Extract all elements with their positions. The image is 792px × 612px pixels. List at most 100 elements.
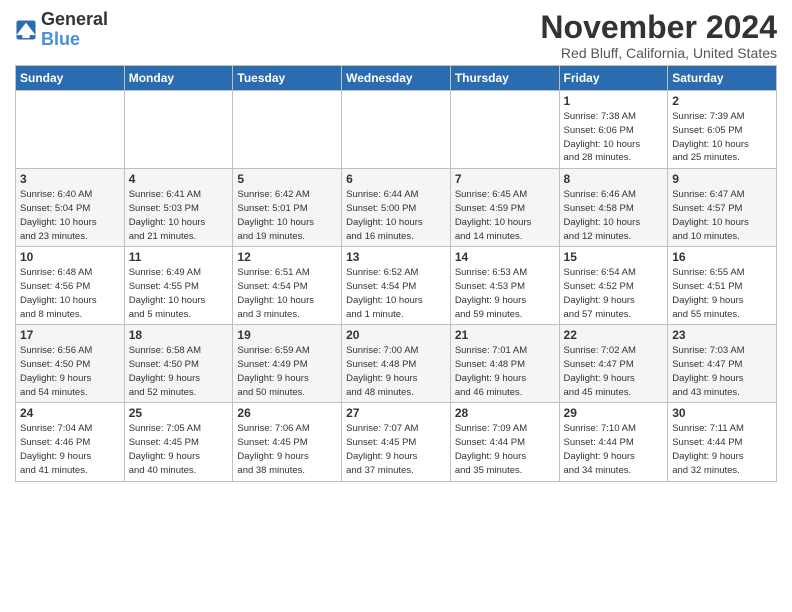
day-number: 27 bbox=[346, 406, 446, 420]
day-number: 2 bbox=[672, 94, 772, 108]
day-info: Sunrise: 7:11 AMSunset: 4:44 PMDaylight:… bbox=[672, 422, 772, 477]
calendar-cell: 3 Sunrise: 6:40 AMSunset: 5:04 PMDaylight… bbox=[16, 169, 125, 247]
day-info: Sunrise: 7:05 AMSunset: 4:45 PMDaylight:… bbox=[129, 422, 229, 477]
logo-blue: Blue bbox=[41, 29, 80, 49]
day-number: 3 bbox=[20, 172, 120, 186]
day-info: Sunrise: 6:44 AMSunset: 5:00 PMDaylight:… bbox=[346, 188, 446, 243]
weekday-header: Sunday bbox=[16, 66, 125, 91]
day-number: 29 bbox=[564, 406, 664, 420]
day-number: 24 bbox=[20, 406, 120, 420]
header: General Blue November 2024 Red Bluff, Ca… bbox=[15, 10, 777, 61]
calendar-cell: 23 Sunrise: 7:03 AMSunset: 4:47 PMDayligh… bbox=[668, 325, 777, 403]
calendar-cell: 24 Sunrise: 7:04 AMSunset: 4:46 PMDayligh… bbox=[16, 403, 125, 481]
day-info: Sunrise: 7:39 AMSunset: 6:05 PMDaylight:… bbox=[672, 110, 772, 165]
day-number: 21 bbox=[455, 328, 555, 342]
calendar-cell: 27Sunrise: 7:07 AMSunset: 4:45 PMDayligh… bbox=[342, 403, 451, 481]
calendar-cell: 18 Sunrise: 6:58 AMSunset: 4:50 PMDayligh… bbox=[124, 325, 233, 403]
location: Red Bluff, California, United States bbox=[540, 45, 777, 61]
calendar-cell: 6 Sunrise: 6:44 AMSunset: 5:00 PMDaylight… bbox=[342, 169, 451, 247]
day-info: Sunrise: 7:00 AMSunset: 4:48 PMDaylight:… bbox=[346, 344, 446, 399]
day-number: 25 bbox=[129, 406, 229, 420]
calendar-cell: 4 Sunrise: 6:41 AMSunset: 5:03 PMDaylight… bbox=[124, 169, 233, 247]
calendar-week: 1Sunrise: 7:38 AMSunset: 6:06 PMDaylight… bbox=[16, 91, 777, 169]
weekday-header: Saturday bbox=[668, 66, 777, 91]
day-number: 5 bbox=[237, 172, 337, 186]
calendar-week: 24 Sunrise: 7:04 AMSunset: 4:46 PMDayligh… bbox=[16, 403, 777, 481]
day-info: Sunrise: 6:49 AMSunset: 4:55 PMDaylight:… bbox=[129, 266, 229, 321]
day-number: 19 bbox=[237, 328, 337, 342]
day-number: 1 bbox=[564, 94, 664, 108]
calendar-cell: 28 Sunrise: 7:09 AMSunset: 4:44 PMDayligh… bbox=[450, 403, 559, 481]
day-info: Sunrise: 7:06 AMSunset: 4:45 PMDaylight:… bbox=[237, 422, 337, 477]
day-number: 13 bbox=[346, 250, 446, 264]
day-info: Sunrise: 6:58 AMSunset: 4:50 PMDaylight:… bbox=[129, 344, 229, 399]
calendar-cell: 12Sunrise: 6:51 AMSunset: 4:54 PMDayligh… bbox=[233, 247, 342, 325]
calendar-cell: 20 Sunrise: 7:00 AMSunset: 4:48 PMDayligh… bbox=[342, 325, 451, 403]
day-number: 23 bbox=[672, 328, 772, 342]
calendar-cell: 25 Sunrise: 7:05 AMSunset: 4:45 PMDayligh… bbox=[124, 403, 233, 481]
calendar-cell: 11 Sunrise: 6:49 AMSunset: 4:55 PMDayligh… bbox=[124, 247, 233, 325]
calendar-cell: 21 Sunrise: 7:01 AMSunset: 4:48 PMDayligh… bbox=[450, 325, 559, 403]
day-info: Sunrise: 6:56 AMSunset: 4:50 PMDaylight:… bbox=[20, 344, 120, 399]
page-container: General Blue November 2024 Red Bluff, Ca… bbox=[0, 0, 792, 487]
calendar-week: 17Sunrise: 6:56 AMSunset: 4:50 PMDayligh… bbox=[16, 325, 777, 403]
calendar-cell bbox=[450, 91, 559, 169]
calendar-cell: 5 Sunrise: 6:42 AMSunset: 5:01 PMDaylight… bbox=[233, 169, 342, 247]
calendar-cell: 13 Sunrise: 6:52 AMSunset: 4:54 PMDayligh… bbox=[342, 247, 451, 325]
day-info: Sunrise: 7:01 AMSunset: 4:48 PMDaylight:… bbox=[455, 344, 555, 399]
logo-general: General bbox=[41, 9, 108, 29]
calendar-cell: 30 Sunrise: 7:11 AMSunset: 4:44 PMDayligh… bbox=[668, 403, 777, 481]
calendar-cell: 14Sunrise: 6:53 AMSunset: 4:53 PMDayligh… bbox=[450, 247, 559, 325]
calendar-cell: 22Sunrise: 7:02 AMSunset: 4:47 PMDayligh… bbox=[559, 325, 668, 403]
calendar-cell bbox=[16, 91, 125, 169]
day-info: Sunrise: 6:46 AMSunset: 4:58 PMDaylight:… bbox=[564, 188, 664, 243]
day-number: 4 bbox=[129, 172, 229, 186]
calendar-cell: 19 Sunrise: 6:59 AMSunset: 4:49 PMDayligh… bbox=[233, 325, 342, 403]
calendar-cell: 29 Sunrise: 7:10 AMSunset: 4:44 PMDayligh… bbox=[559, 403, 668, 481]
weekday-header: Friday bbox=[559, 66, 668, 91]
day-number: 9 bbox=[672, 172, 772, 186]
day-number: 10 bbox=[20, 250, 120, 264]
day-number: 8 bbox=[564, 172, 664, 186]
day-number: 16 bbox=[672, 250, 772, 264]
day-number: 6 bbox=[346, 172, 446, 186]
day-info: Sunrise: 7:04 AMSunset: 4:46 PMDaylight:… bbox=[20, 422, 120, 477]
weekday-header: Wednesday bbox=[342, 66, 451, 91]
calendar-cell bbox=[342, 91, 451, 169]
day-info: Sunrise: 6:47 AMSunset: 4:57 PMDaylight:… bbox=[672, 188, 772, 243]
day-info: Sunrise: 6:40 AMSunset: 5:04 PMDaylight:… bbox=[20, 188, 120, 243]
day-info: Sunrise: 7:02 AMSunset: 4:47 PMDaylight:… bbox=[564, 344, 664, 399]
weekday-header: Tuesday bbox=[233, 66, 342, 91]
calendar-week: 10Sunrise: 6:48 AMSunset: 4:56 PMDayligh… bbox=[16, 247, 777, 325]
day-number: 14 bbox=[455, 250, 555, 264]
calendar-cell: 26Sunrise: 7:06 AMSunset: 4:45 PMDayligh… bbox=[233, 403, 342, 481]
day-info: Sunrise: 7:03 AMSunset: 4:47 PMDaylight:… bbox=[672, 344, 772, 399]
weekday-header: Monday bbox=[124, 66, 233, 91]
calendar-table: SundayMondayTuesdayWednesdayThursdayFrid… bbox=[15, 65, 777, 481]
calendar-cell: 15Sunrise: 6:54 AMSunset: 4:52 PMDayligh… bbox=[559, 247, 668, 325]
day-number: 30 bbox=[672, 406, 772, 420]
day-number: 20 bbox=[346, 328, 446, 342]
day-info: Sunrise: 6:45 AMSunset: 4:59 PMDaylight:… bbox=[455, 188, 555, 243]
day-info: Sunrise: 6:59 AMSunset: 4:49 PMDaylight:… bbox=[237, 344, 337, 399]
calendar-cell: 8 Sunrise: 6:46 AMSunset: 4:58 PMDaylight… bbox=[559, 169, 668, 247]
day-info: Sunrise: 7:10 AMSunset: 4:44 PMDaylight:… bbox=[564, 422, 664, 477]
day-number: 11 bbox=[129, 250, 229, 264]
calendar-cell: 16 Sunrise: 6:55 AMSunset: 4:51 PMDayligh… bbox=[668, 247, 777, 325]
calendar-cell: 9 Sunrise: 6:47 AMSunset: 4:57 PMDaylight… bbox=[668, 169, 777, 247]
day-info: Sunrise: 6:41 AMSunset: 5:03 PMDaylight:… bbox=[129, 188, 229, 243]
month-title: November 2024 bbox=[540, 10, 777, 45]
day-info: Sunrise: 6:42 AMSunset: 5:01 PMDaylight:… bbox=[237, 188, 337, 243]
day-info: Sunrise: 6:55 AMSunset: 4:51 PMDaylight:… bbox=[672, 266, 772, 321]
day-info: Sunrise: 6:51 AMSunset: 4:54 PMDaylight:… bbox=[237, 266, 337, 321]
calendar-cell bbox=[233, 91, 342, 169]
day-info: Sunrise: 6:52 AMSunset: 4:54 PMDaylight:… bbox=[346, 266, 446, 321]
logo-icon bbox=[15, 19, 37, 41]
day-number: 18 bbox=[129, 328, 229, 342]
calendar-cell: 10Sunrise: 6:48 AMSunset: 4:56 PMDayligh… bbox=[16, 247, 125, 325]
day-number: 28 bbox=[455, 406, 555, 420]
calendar-cell: 1Sunrise: 7:38 AMSunset: 6:06 PMDaylight… bbox=[559, 91, 668, 169]
day-info: Sunrise: 6:54 AMSunset: 4:52 PMDaylight:… bbox=[564, 266, 664, 321]
day-info: Sunrise: 7:09 AMSunset: 4:44 PMDaylight:… bbox=[455, 422, 555, 477]
day-number: 7 bbox=[455, 172, 555, 186]
